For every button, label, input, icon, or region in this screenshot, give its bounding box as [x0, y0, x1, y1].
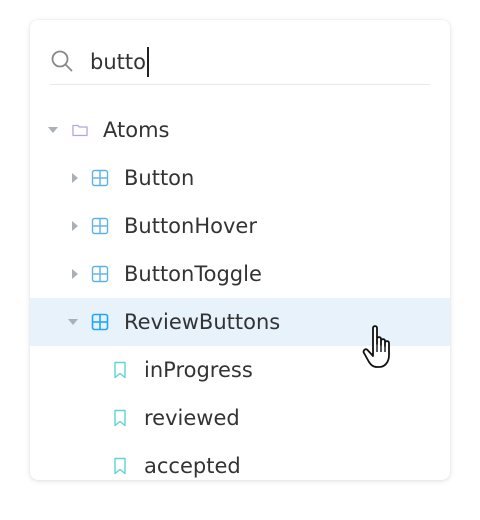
tree-story-label: inProgress — [144, 358, 253, 382]
search-icon — [51, 50, 73, 72]
bookmark-icon — [114, 457, 126, 475]
chevron-down-icon[interactable] — [48, 127, 58, 133]
tree-component-label: ButtonHover — [124, 214, 257, 238]
chevron-right-icon[interactable] — [72, 269, 78, 279]
tree-component-label: ButtonToggle — [124, 262, 262, 286]
folder-icon — [72, 124, 88, 137]
tree-component-label: ReviewButtons — [124, 310, 281, 334]
sidebar-panel: butto Atoms Button ButtonHover ButtonTog… — [30, 20, 450, 480]
tree-component-label: Button — [124, 166, 195, 190]
text-caret — [146, 47, 149, 77]
component-icon — [91, 265, 109, 283]
tree-component-buttontoggle[interactable]: ButtonToggle — [30, 250, 450, 298]
bookmark-icon — [114, 409, 126, 427]
tree-story-label: accepted — [144, 454, 241, 478]
tree-component-buttonhover[interactable]: ButtonHover — [30, 202, 450, 250]
component-icon — [91, 217, 109, 235]
tree-group-atoms[interactable]: Atoms — [30, 106, 450, 154]
hand-pointer-cursor-icon — [362, 325, 390, 368]
tree-component-button[interactable]: Button — [30, 154, 450, 202]
component-tree: Atoms Button ButtonHover ButtonToggle Re… — [30, 106, 450, 480]
search-query-text: butto — [90, 50, 146, 74]
bookmark-icon — [114, 361, 126, 379]
tree-group-label: Atoms — [103, 118, 170, 142]
component-icon — [91, 169, 109, 187]
tree-story-accepted[interactable]: accepted — [30, 442, 450, 480]
search-bar[interactable]: butto — [50, 42, 430, 85]
chevron-right-icon[interactable] — [72, 221, 78, 231]
chevron-down-icon[interactable] — [68, 319, 78, 325]
chevron-right-icon[interactable] — [72, 173, 78, 183]
tree-story-reviewed[interactable]: reviewed — [30, 394, 450, 442]
component-icon — [91, 313, 109, 331]
search-input[interactable]: butto — [90, 47, 149, 77]
tree-story-label: reviewed — [144, 406, 240, 430]
